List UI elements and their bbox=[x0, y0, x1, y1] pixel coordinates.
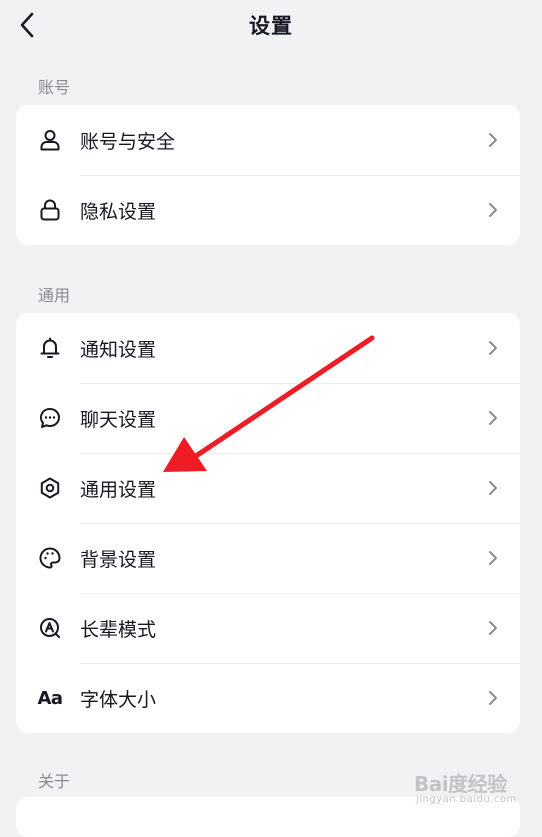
settings-item-elder-mode[interactable]: 长辈模式 bbox=[16, 593, 520, 663]
settings-item-label: 隐私设置 bbox=[80, 200, 157, 223]
settings-item-privacy[interactable]: 隐私设置 bbox=[16, 175, 520, 245]
settings-item-label: 长辈模式 bbox=[80, 618, 157, 641]
page-title: 设置 bbox=[249, 14, 293, 38]
section-label-general: 通用 bbox=[38, 286, 71, 305]
chevron-right-icon bbox=[489, 551, 497, 565]
font-size-icon: Aa bbox=[37, 687, 63, 709]
settings-item-label: 聊天设置 bbox=[80, 408, 157, 431]
settings-item-background[interactable]: 背景设置 bbox=[16, 523, 520, 593]
account-card: 账号与安全 隐私设置 bbox=[16, 105, 520, 245]
watermark-brand: Bai度经验 bbox=[414, 772, 507, 796]
chevron-right-icon bbox=[489, 203, 497, 217]
settings-item-notifications[interactable]: 通知设置 bbox=[16, 313, 520, 383]
settings-item-label: 通知设置 bbox=[80, 338, 157, 361]
chevron-right-icon bbox=[489, 621, 497, 635]
chevron-right-icon bbox=[489, 411, 497, 425]
nav-bar: 设置 bbox=[0, 0, 542, 52]
palette-icon bbox=[38, 546, 62, 570]
elder-mode-icon bbox=[38, 616, 62, 640]
user-icon bbox=[38, 128, 62, 152]
bell-icon bbox=[38, 336, 62, 360]
settings-item-label: 字体大小 bbox=[80, 688, 157, 711]
lock-icon bbox=[38, 198, 62, 222]
settings-item-label: 账号与安全 bbox=[80, 130, 176, 153]
settings-item-chat[interactable]: 聊天设置 bbox=[16, 383, 520, 453]
about-card bbox=[16, 797, 520, 837]
settings-item-account-security[interactable]: 账号与安全 bbox=[16, 105, 520, 175]
settings-item-label: 背景设置 bbox=[80, 548, 157, 571]
gear-icon bbox=[38, 476, 62, 500]
general-card: 通知设置 聊天设置 通用设置 背景设置 长辈模式 Aa 字体大小 bbox=[16, 313, 520, 733]
chevron-right-icon bbox=[489, 691, 497, 705]
section-label-account: 账号 bbox=[38, 78, 71, 97]
section-label-about: 关于 bbox=[38, 772, 71, 791]
settings-item-label: 通用设置 bbox=[80, 478, 157, 501]
chevron-right-icon bbox=[489, 341, 497, 355]
chat-bubble-icon bbox=[38, 406, 62, 430]
settings-item-font-size[interactable]: Aa 字体大小 bbox=[16, 663, 520, 733]
chevron-right-icon bbox=[489, 133, 497, 147]
chevron-right-icon bbox=[489, 481, 497, 495]
settings-item-general[interactable]: 通用设置 bbox=[16, 453, 520, 523]
